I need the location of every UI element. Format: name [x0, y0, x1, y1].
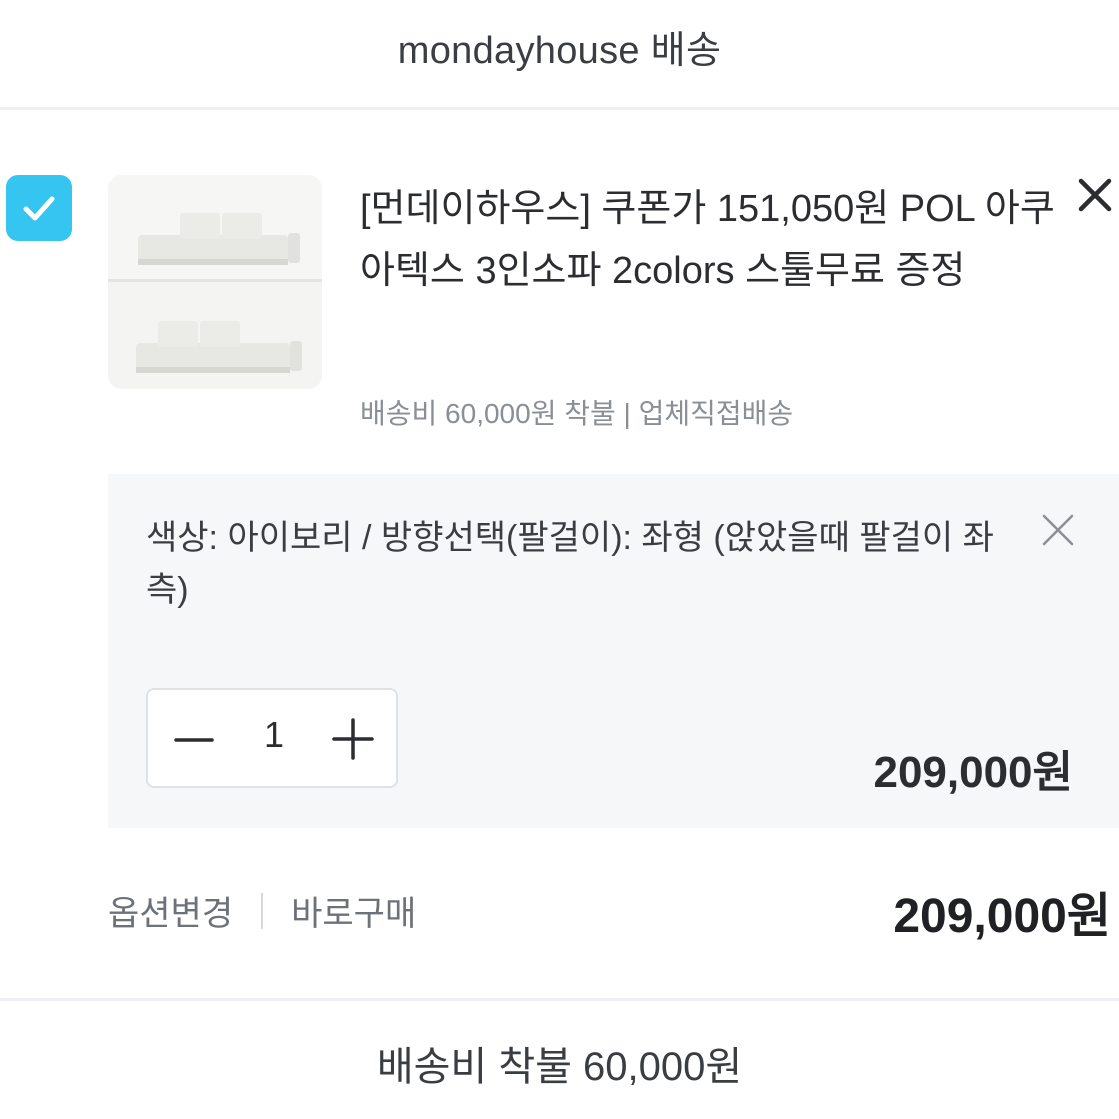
option-box: 색상: 아이보리 / 방향선택(팔걸이): 좌형 (앉았을때 팔걸이 좌측) 1… [108, 474, 1119, 828]
option-text: 색상: 아이보리 / 방향선택(팔걸이): 좌형 (앉았을때 팔걸이 좌측) [146, 519, 994, 609]
product-title[interactable]: [먼데이하우스] 쿠폰가 151,050원 POL 아쿠아텍스 3인소파 2co… [360, 178, 1060, 302]
quantity-value[interactable]: 1 [244, 714, 304, 756]
remove-item-button[interactable] [1073, 173, 1117, 217]
increase-quantity-button[interactable] [330, 716, 376, 762]
plus-icon [332, 718, 374, 760]
item-total-price: 209,000원 [893, 890, 1111, 943]
buy-now-button[interactable]: 바로구매 [291, 886, 416, 935]
quantity-stepper: 1 [146, 688, 398, 788]
action-divider [261, 892, 264, 929]
product-thumbnail[interactable] [108, 175, 322, 389]
close-icon [1042, 514, 1074, 546]
seller-title: mondayhouse 배송 [397, 30, 722, 72]
footer-divider [0, 998, 1119, 1001]
item-actions: 옵션변경 바로구매 [108, 886, 416, 935]
item-checkbox[interactable] [6, 175, 72, 241]
remove-option-button[interactable] [1038, 510, 1078, 550]
footer-shipping-text: 배송비 착불 60,000원 [376, 1045, 743, 1089]
decrease-quantity-button[interactable] [172, 718, 216, 762]
check-icon [23, 196, 55, 221]
close-icon [1078, 178, 1112, 212]
minus-icon [174, 738, 214, 742]
change-option-button[interactable]: 옵션변경 [108, 886, 233, 935]
shipping-info: 배송비 60,000원 착불 | 업체직접배송 [360, 398, 794, 429]
seller-header: mondayhouse 배송 [0, 0, 1119, 110]
sofa-image [108, 175, 322, 389]
option-price: 209,000원 [873, 748, 1073, 797]
